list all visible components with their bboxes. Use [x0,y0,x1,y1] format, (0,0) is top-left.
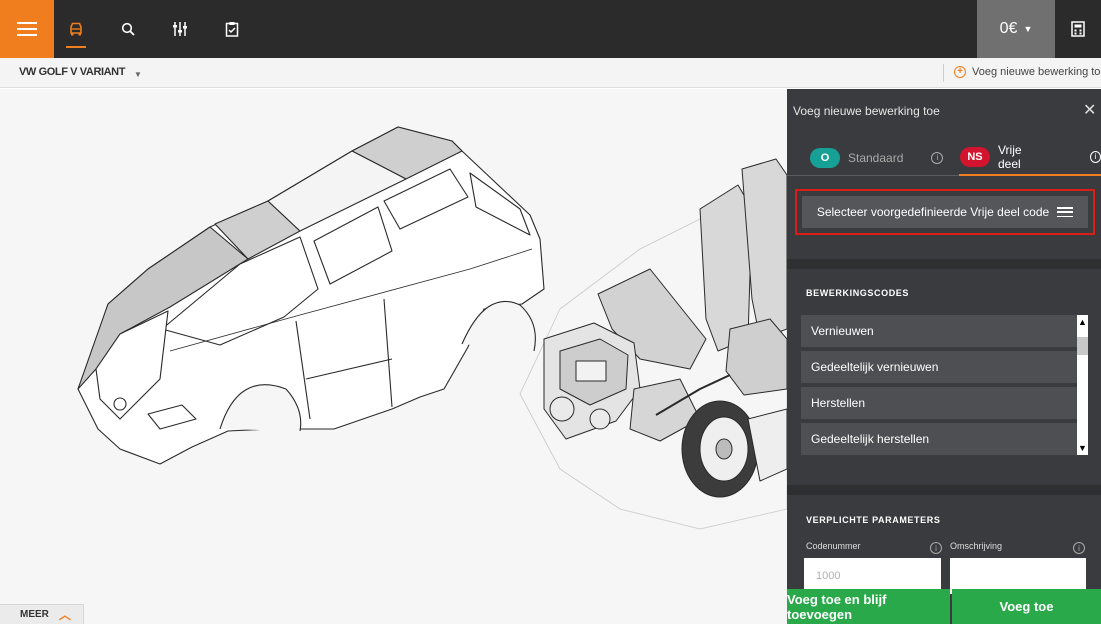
car-icon [70,22,82,36]
close-icon[interactable]: ✕ [1083,100,1096,120]
code-number-label: Codenummer [806,541,861,551]
car-body-illustration[interactable] [77,126,545,465]
sliders-icon [173,22,187,36]
more-label: MEER [20,609,49,620]
free-part-badge: NS [960,146,990,167]
info-icon[interactable]: i [1090,150,1101,163]
price-dropdown[interactable]: 0€ ▼ [977,0,1055,58]
add-and-continue-label: Voeg toe en blijf toevoegen [787,591,887,622]
codes-section-title: BEWERKINGSCODES [806,288,910,298]
menu-button[interactable] [0,0,54,58]
filters-button[interactable] [158,0,202,58]
tab-standard[interactable]: O Standaard i [810,139,944,176]
standard-badge: O [810,147,840,168]
codes-scrollbar[interactable]: ▲ ▼ [1077,315,1088,455]
add-operation-link[interactable]: + Voeg nieuwe bewerking toe [954,66,1101,78]
vehicle-graphic-area [0,89,787,624]
chevron-up-icon[interactable]: ▲ [1078,317,1087,327]
scrollbar-thumb[interactable] [1077,337,1088,355]
menu-icon [17,22,37,36]
highlight-box: Selecteer voorgedefinieerde Vrije deel c… [795,189,1095,235]
vehicle-bar: VW GOLF V VARIANT + Voeg nieuwe bewerkin… [0,58,1101,88]
price-value: 0€ [999,20,1018,37]
plus-circle-icon: + [954,66,966,78]
mechanical-parts-illustration[interactable] [519,158,787,530]
info-icon[interactable]: i [931,151,944,164]
select-predefined-code-label: Selecteer voorgedefinieerde Vrije deel c… [816,205,1050,219]
list-item[interactable]: Gedeeltelijk vernieuwen [801,351,1077,383]
operation-type-tabs: O Standaard i NS Vrije deel i [787,139,1101,176]
search-button[interactable] [106,0,150,58]
list-icon [1057,207,1074,217]
search-icon [121,22,135,36]
operation-codes-list: Vernieuwen Gedeeltelijk vernieuwen Herst… [801,315,1077,457]
params-section-title: VERPLICHTE PARAMETERS [806,515,941,525]
more-toggle[interactable]: MEER ︿ [0,604,84,624]
add-operation-panel: Voeg nieuwe bewerking toe ✕ O Standaard … [787,89,1101,624]
chevron-down-icon[interactable]: ▼ [1078,443,1087,453]
add-operation-label: Voeg nieuwe bewerking toe [972,66,1101,78]
checklist-button[interactable] [210,0,254,58]
calculation-button[interactable] [1055,0,1101,58]
car-view-button[interactable] [54,0,98,58]
top-toolbar: 0€ ▼ [0,0,1101,58]
list-item[interactable]: Herstellen [801,387,1077,419]
list-item[interactable]: Vernieuwen [801,315,1077,347]
calculator-icon [1071,21,1085,37]
chevron-down-icon[interactable]: ▼ [134,70,142,79]
section-divider [787,259,1101,269]
car-exploded-illustration[interactable] [0,89,787,624]
select-predefined-code-button[interactable]: Selecteer voorgedefinieerde Vrije deel c… [802,196,1088,228]
tab-standard-label: Standaard [848,150,904,165]
tab-free-part-label: Vrije deel [998,142,1022,171]
tab-free-part[interactable]: NS Vrije deel i [959,139,1101,176]
chevron-down-icon: ▼ [1023,24,1033,34]
section-divider [787,485,1101,495]
chevron-up-icon: ︿ [58,608,71,622]
add-button[interactable]: Voeg toe [952,589,1101,624]
add-and-continue-button[interactable]: Voeg toe en blijf toevoegen [787,589,950,624]
panel-title: Voeg nieuwe bewerking toe [793,104,940,118]
vehicle-model-selector[interactable]: VW GOLF V VARIANT [19,66,125,78]
description-label: Omschrijving [950,541,1003,551]
clipboard-icon [225,22,239,37]
info-icon[interactable]: i [1073,542,1085,554]
list-item[interactable]: Gedeeltelijk herstellen [801,423,1077,455]
add-label: Voeg toe [999,599,1054,614]
info-icon[interactable]: i [930,542,942,554]
divider [943,64,944,82]
